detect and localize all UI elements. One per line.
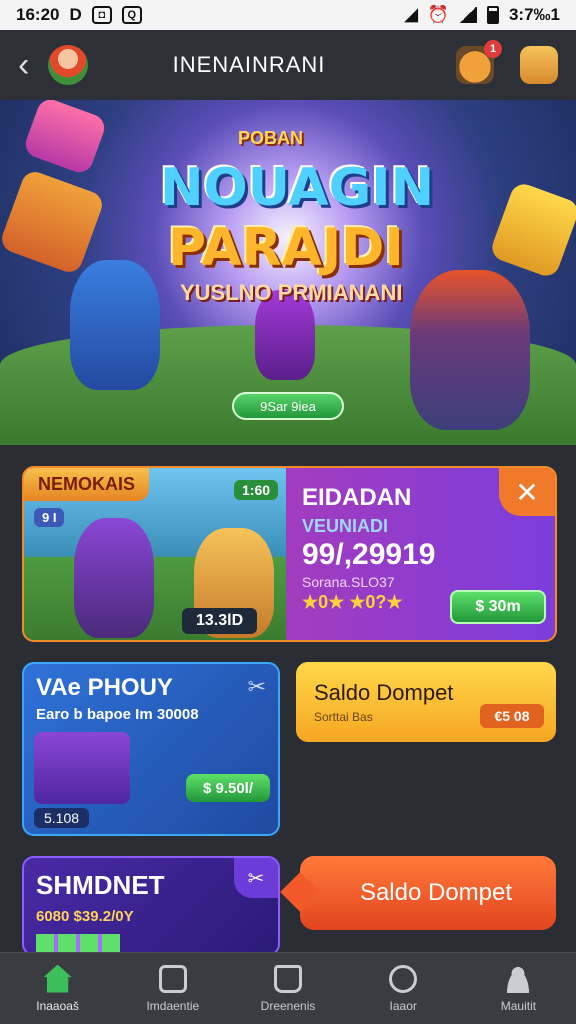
hero-tagline: YUSLNO PRMIANANI [180, 280, 403, 305]
tab-profile[interactable]: Mauitit [461, 953, 576, 1024]
hero-cta-button[interactable]: 9Sar 9iea [232, 392, 344, 420]
game-card-shimdnet[interactable]: SHMDNET 6080 $39.2/0Y ✂ [22, 856, 280, 956]
signal-icon [458, 7, 477, 23]
card-title: SHMDNET [36, 870, 165, 900]
bag-icon [274, 964, 302, 993]
tools-icon[interactable]: ✂ [234, 858, 278, 898]
q-icon: Q [121, 6, 142, 24]
card-id-badge: 5.108 [34, 808, 90, 828]
featured-count-badge: 1:60 [234, 480, 279, 500]
card-character [74, 518, 154, 638]
featured-small-badge: 9 I [34, 508, 65, 527]
featured-meta: Sorana.SLO37 [302, 574, 395, 590]
chest-icon-button[interactable] [520, 46, 558, 84]
notification-badge: 1 [484, 40, 502, 58]
status-bar: 16:20 D ◘ Q ◢ ⏰ 3:7‰1 [0, 0, 576, 30]
card-subtitle: Earo b bapoe Im 30008 [36, 706, 199, 723]
dice-decoration [488, 180, 576, 280]
home-icon [43, 964, 72, 993]
search-icon [158, 964, 187, 993]
hero-banner[interactable]: POBAN NOUAGIN PARAJDI YUSLNO PRMIANANI 9… [0, 100, 576, 445]
card-subtitle: 6080 $39.2/0Y [36, 908, 134, 925]
tab-search[interactable]: Iaaor [346, 953, 461, 1024]
wallet-cta-label: Saldo Dompet [359, 879, 513, 906]
tab-home[interactable]: Inaaoaš [0, 953, 115, 1024]
hero-small-title: POBAN [238, 128, 304, 148]
featured-tag: NEMOKAIS [24, 468, 150, 501]
featured-price-badge: 13.3lD [182, 608, 258, 634]
card-buy-button[interactable]: $ 9.50l/ [186, 774, 270, 802]
tab-label: Imdaentie [146, 998, 200, 1013]
gems-strip [36, 934, 120, 952]
tab-shop[interactable]: Dreenenis [230, 953, 345, 1024]
tools-icon[interactable]: ✂ [248, 674, 266, 700]
hero-title-line1: NOUAGIN [160, 158, 435, 218]
card-image [34, 732, 130, 804]
tab-label: Mauitit [500, 998, 537, 1013]
wallet-subtitle: Sorttai Bas [314, 710, 373, 724]
wallet-cta-button[interactable]: Saldo Dompet [300, 856, 556, 930]
page-title: INENAINRANI [172, 52, 326, 77]
card-title: VAe PHOUY [36, 674, 173, 701]
wifi-icon: ◢ [404, 5, 418, 24]
hero-character-right [410, 270, 530, 430]
photo-icon: ◘ [91, 6, 112, 24]
close-button[interactable]: ✕ [499, 468, 555, 516]
user-icon [504, 964, 533, 993]
tab-label: Dreenenis [260, 998, 316, 1013]
featured-name: EIDADAN [302, 484, 412, 511]
wallet-title: Saldo Dompet [314, 680, 454, 705]
featured-rating: ★0★ ★0?★ [302, 592, 403, 612]
featured-card[interactable]: NEMOKAIS 1:60 9 I 13.3lD EIDADAN VEUNIAD… [22, 466, 557, 642]
close-icon: ✕ [515, 476, 539, 508]
wallet-card[interactable]: Saldo Dompet Sorttai Bas €5 08 [296, 662, 556, 742]
back-button[interactable]: ‹ [18, 45, 44, 85]
featured-category: VEUNIADI [302, 516, 389, 536]
hero-character-left [70, 260, 160, 390]
chevron-left-icon: ‹ [18, 45, 30, 84]
tab-label: Inaaoaš [36, 998, 79, 1013]
search-icon [389, 964, 418, 993]
dice-decoration [0, 168, 106, 276]
app-bar: ‹ INENAINRANI 1 [0, 30, 576, 100]
bag-icon-button[interactable]: 1 [456, 40, 502, 84]
alarm-icon: ⏰ [427, 5, 449, 24]
dice-decoration [21, 100, 109, 177]
hero-title-line2: PARAJDI [168, 218, 404, 278]
featured-buy-button[interactable]: $ 30m [450, 590, 546, 624]
tab-label: Iaaor [389, 998, 417, 1013]
featured-number: 99/,29919 [302, 538, 436, 571]
status-letter: D [69, 5, 82, 24]
tab-explore[interactable]: Imdaentie [115, 953, 230, 1024]
status-time: 16:20 [16, 5, 60, 24]
battery-icon [486, 6, 499, 24]
avatar[interactable] [48, 45, 88, 85]
wallet-price-badge[interactable]: €5 08 [480, 704, 544, 728]
bottom-tab-bar: Inaaoaš Imdaentie Dreenenis Iaaor Mauiti… [0, 952, 576, 1024]
status-right-text: 3:7‰1 [508, 5, 560, 24]
game-card-pphouy[interactable]: VAe PHOUY Earo b bapoe Im 30008 5.108 $ … [22, 662, 280, 836]
